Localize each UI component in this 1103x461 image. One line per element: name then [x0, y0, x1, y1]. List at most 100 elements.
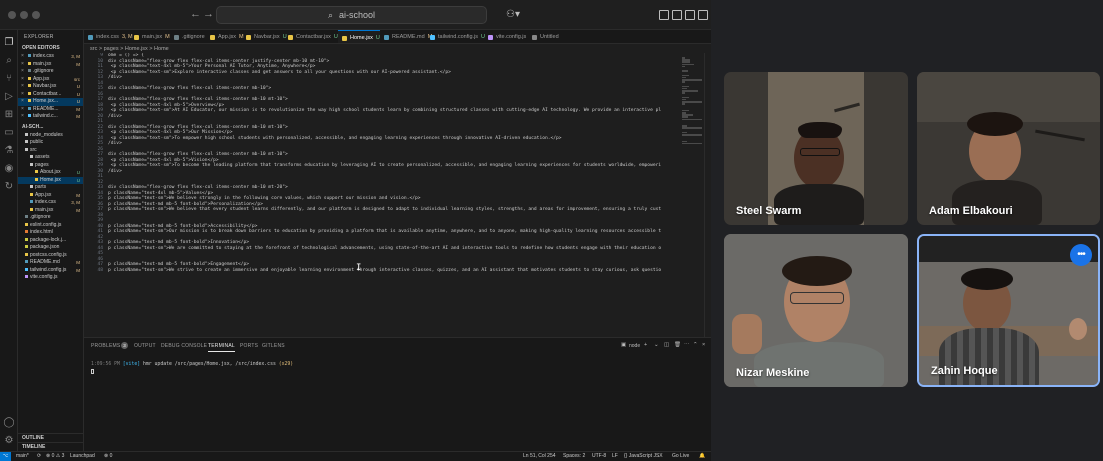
ports-indicator[interactable]: ⊗ 0 — [104, 452, 112, 461]
close-icon[interactable]: × — [21, 91, 24, 99]
maximize-panel-icon[interactable]: ⌃ — [693, 342, 698, 348]
file-tree-item[interactable]: .gitignore — [18, 214, 83, 222]
terminal-shell-label[interactable]: node — [629, 343, 640, 349]
file-tree-item[interactable]: tailwind.config.js M — [18, 267, 83, 275]
tab-terminal[interactable]: TERMINAL — [208, 343, 235, 352]
editor-tab[interactable]: main.jsx M — [130, 30, 170, 43]
open-editor-item[interactable]: × README... M — [18, 106, 83, 114]
indentation[interactable]: Spaces: 2 — [563, 452, 585, 461]
run-debug-icon[interactable]: ▷ — [3, 90, 15, 102]
open-editor-item[interactable]: × Contactbar... U — [18, 91, 83, 99]
editor-tab[interactable]: Home.jsx U — [338, 30, 380, 43]
editor-tab[interactable]: index.css 3, M — [84, 30, 133, 43]
tab-ports[interactable]: PORTS — [240, 343, 258, 349]
open-editor-item[interactable]: × Home.jsx... U — [18, 98, 83, 106]
editor-tab[interactable]: README.mdM — [380, 30, 432, 43]
file-tree-item[interactable]: parts — [18, 184, 83, 192]
go-live-button[interactable]: Go Live — [672, 452, 689, 461]
testing-icon[interactable]: ⚗ — [3, 144, 15, 156]
participant-tile-adam-elbakouri[interactable]: Adam Elbakouri — [917, 72, 1100, 225]
close-window-button[interactable] — [8, 11, 16, 19]
close-panel-icon[interactable]: × — [702, 342, 705, 348]
accounts-icon[interactable]: ◯ — [3, 416, 15, 428]
open-editors-header[interactable]: OPEN EDITORS — [18, 44, 83, 53]
back-arrow-icon[interactable]: ← — [190, 8, 201, 20]
minimap[interactable] — [680, 53, 704, 337]
toggle-secondary-sidebar-icon[interactable] — [685, 10, 695, 20]
forward-arrow-icon[interactable]: → — [203, 8, 214, 20]
explorer-icon[interactable]: ❐ — [3, 36, 15, 48]
file-tree-item[interactable]: About.jsx U — [18, 169, 83, 177]
file-tree-item[interactable]: package.json — [18, 244, 83, 252]
close-icon[interactable]: × — [21, 113, 24, 121]
copilot-icon[interactable]: ⚇▾ — [506, 9, 520, 20]
tab-debug-console[interactable]: DEBUG CONSOLE — [161, 343, 207, 349]
toggle-sidebar-icon[interactable] — [659, 10, 669, 20]
open-editor-item[interactable]: × main.jsx M — [18, 61, 83, 69]
notifications-bell-icon[interactable]: 🔔 — [699, 452, 705, 461]
close-icon[interactable]: × — [21, 53, 24, 61]
close-icon[interactable]: × — [21, 83, 24, 91]
file-tree-item[interactable]: App.jsx M — [18, 192, 83, 200]
kill-terminal-icon[interactable]: 🗑 — [674, 342, 681, 348]
language-mode[interactable]: {} JavaScript JSX — [624, 452, 663, 461]
file-tree-item[interactable]: Home.jsx U — [18, 176, 83, 184]
search-icon[interactable]: ⌕ — [3, 54, 15, 66]
problems-indicator[interactable]: ⊗ 0 ⚠ 3 — [46, 452, 64, 461]
file-tree-item[interactable]: index.css 3, M — [18, 199, 83, 207]
timeline-section[interactable]: TIMELINE — [18, 442, 83, 451]
editor-tab[interactable]: vite.config.js — [484, 30, 528, 43]
file-tree-item[interactable]: node_modules — [18, 132, 83, 140]
file-tree-item[interactable]: package-lock.j... — [18, 237, 83, 245]
close-icon[interactable]: × — [21, 68, 24, 76]
file-tree-item[interactable]: main.jsx M — [18, 207, 83, 215]
file-tree-item[interactable]: index.html — [18, 229, 83, 237]
toggle-panel-icon[interactable] — [672, 10, 682, 20]
close-icon[interactable]: × — [21, 98, 24, 106]
settings-gear-icon[interactable]: ⚙ — [3, 434, 15, 446]
tab-gitlens[interactable]: GITLENS — [262, 343, 285, 349]
file-tree-item[interactable]: postcss.config.js — [18, 252, 83, 260]
remote-explorer-icon[interactable]: ▭ — [3, 126, 15, 138]
participant-tile-steel-swarm[interactable]: Steel Swarm — [724, 72, 908, 225]
end-of-line[interactable]: LF — [612, 452, 618, 461]
gitlens-icon[interactable]: ◉ — [3, 162, 15, 174]
new-terminal-icon[interactable]: + — [644, 342, 647, 348]
zoom-window-button[interactable] — [32, 11, 40, 19]
tab-problems[interactable]: PROBLEMS — [91, 343, 120, 349]
editor-tab[interactable]: Untitled — [528, 30, 564, 43]
file-tree-item[interactable]: eslint.config.js — [18, 222, 83, 230]
close-icon[interactable]: × — [21, 106, 24, 114]
open-editor-item[interactable]: × tailwind.c... M — [18, 113, 83, 121]
editor-tab[interactable]: .gitignore — [170, 30, 206, 43]
file-tree-item[interactable]: public — [18, 139, 83, 147]
project-folder-header[interactable]: AI-SCH... — [18, 123, 83, 132]
sync-icon[interactable]: ⟳ — [37, 452, 41, 461]
file-tree-item[interactable]: pages — [18, 162, 83, 170]
editor-tab[interactable]: App.jsx M — [206, 30, 244, 43]
editor-tab[interactable]: Navbar.jsx U — [242, 30, 287, 43]
cursor-position[interactable]: Ln 51, Col 254 — [523, 452, 556, 461]
close-icon[interactable]: × — [21, 76, 24, 84]
more-actions-icon[interactable]: ⋯ — [684, 342, 690, 348]
participant-tile-zahin-hoque[interactable]: ••• Zahin Hoque — [917, 234, 1100, 387]
remote-indicator-icon[interactable]: ⌥ — [0, 452, 11, 461]
open-editor-item[interactable]: × .gitignore — [18, 68, 83, 76]
close-icon[interactable]: × — [21, 61, 24, 69]
split-terminal-icon[interactable]: ◫ — [664, 342, 669, 348]
open-editor-item[interactable]: × App.jsx src — [18, 76, 83, 84]
source-control-icon[interactable]: ⑂ — [3, 72, 15, 84]
launchpad-indicator[interactable]: Launchpad — [70, 452, 95, 461]
code-line[interactable]: 48 p className="text-sm">We strive to cre… — [84, 268, 680, 274]
file-tree-item[interactable]: vite.config.js — [18, 274, 83, 282]
file-tree-item[interactable]: src — [18, 147, 83, 155]
minimize-window-button[interactable] — [20, 11, 28, 19]
branch-indicator[interactable]: main* — [16, 452, 29, 461]
command-center-search[interactable]: ⌕ ai-school — [216, 6, 487, 24]
outline-section[interactable]: OUTLINE — [18, 433, 83, 442]
editor-scrollbar[interactable] — [704, 53, 711, 337]
file-tree-item[interactable]: README.md M — [18, 259, 83, 267]
participant-tile-nizar-meskine[interactable]: Nizar Meskine — [724, 234, 908, 387]
editor-tab[interactable]: tailwind.config.js U — [426, 30, 485, 43]
file-tree-item[interactable]: assets — [18, 154, 83, 162]
